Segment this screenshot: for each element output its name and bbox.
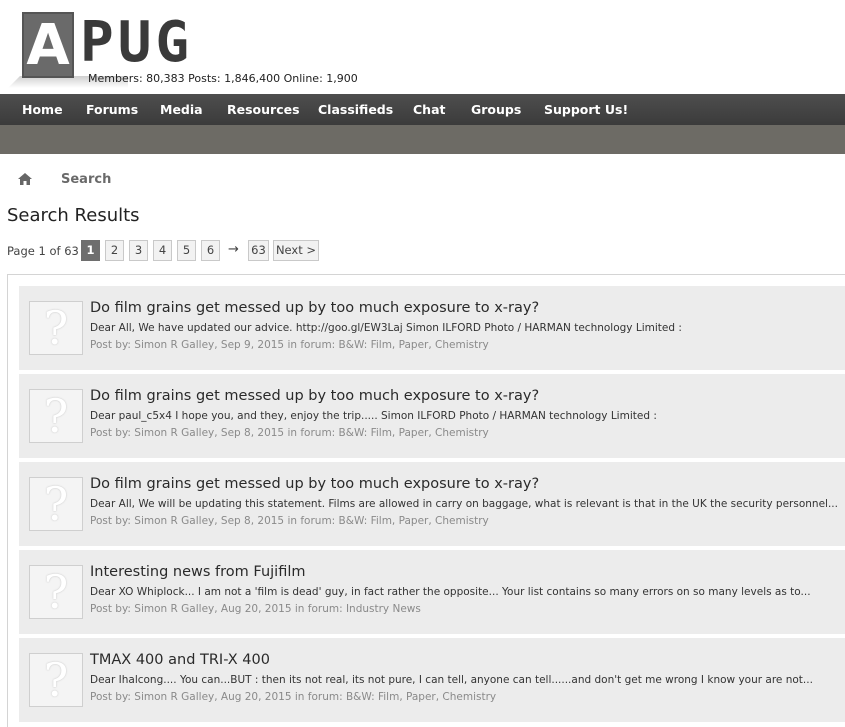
site-header: A PUG Members: 80,383 Posts: 1,846,400 O… [0,0,845,94]
home-icon[interactable] [18,173,32,185]
result-title[interactable]: Do film grains get messed up by too much… [90,476,539,492]
search-result: ? Interesting news from Fujifilm Dear XO… [19,550,845,636]
page-2[interactable]: 2 [105,240,124,261]
result-title[interactable]: Interesting news from Fujifilm [90,564,305,580]
search-result: ? Do film grains get messed up by too mu… [19,374,845,460]
page-4[interactable]: 4 [153,240,172,261]
breadcrumb: Search [0,166,845,194]
search-result: ? Do film grains get messed up by too mu… [19,286,845,372]
default-avatar-icon: ? [43,389,69,443]
default-avatar-icon: ? [43,565,69,619]
avatar[interactable]: ? [29,653,83,707]
nav-groups[interactable]: Groups [471,94,521,125]
result-meta: Post by: Simon R Galley, Aug 20, 2015 in… [90,691,497,703]
site-stats: Members: 80,383 Posts: 1,846,400 Online:… [88,72,358,85]
next-page-button[interactable]: Next > [273,240,319,261]
page-1[interactable]: 1 [81,240,100,261]
result-snippet: Dear All, We will be updating this state… [90,498,838,510]
page-last[interactable]: 63 [248,240,269,261]
result-title[interactable]: Do film grains get messed up by too much… [90,300,539,316]
avatar[interactable]: ? [29,389,83,443]
result-snippet: Dear XO Whiplock... I am not a 'film is … [90,586,811,598]
page-3[interactable]: 3 [129,240,148,261]
result-meta: Post by: Simon R Galley, Sep 8, 2015 in … [90,427,489,439]
avatar[interactable]: ? [29,565,83,619]
nav-forums[interactable]: Forums [86,94,138,125]
skip-arrow-icon[interactable]: → [228,242,239,257]
page-6[interactable]: 6 [201,240,220,261]
nav-resources[interactable]: Resources [227,94,300,125]
nav-media[interactable]: Media [160,94,203,125]
default-avatar-icon: ? [43,301,69,355]
result-snippet: Dear paul_c5x4 I hope you, and they, enj… [90,410,657,422]
logo-letter-box: A [22,12,74,78]
search-results-list: ? Do film grains get messed up by too mu… [7,274,845,727]
logo-letter: A [26,13,70,78]
result-title[interactable]: TMAX 400 and TRI-X 400 [90,652,270,668]
search-result: ? TMAX 400 and TRI-X 400 Dear Ihalcong..… [19,638,845,724]
result-snippet: Dear Ihalcong.... You can...BUT : then i… [90,674,813,686]
avatar[interactable]: ? [29,477,83,531]
default-avatar-icon: ? [43,653,69,707]
page-title: Search Results [7,205,140,226]
nav-support-us[interactable]: Support Us! [544,94,628,125]
sub-nav-bar [0,125,845,154]
main-nav: Home Forums Media Resources Classifieds … [0,94,845,125]
nav-classifieds[interactable]: Classifieds [318,94,393,125]
result-snippet: Dear All, We have updated our advice. ht… [90,322,682,334]
result-meta: Post by: Simon R Galley, Aug 20, 2015 in… [90,603,421,615]
nav-home[interactable]: Home [22,94,63,125]
pager-label: Page 1 of 63 [7,244,79,258]
result-title[interactable]: Do film grains get messed up by too much… [90,388,539,404]
logo-text: PUG [80,10,194,75]
result-meta: Post by: Simon R Galley, Sep 9, 2015 in … [90,339,489,351]
breadcrumb-current[interactable]: Search [61,172,111,187]
result-meta: Post by: Simon R Galley, Sep 8, 2015 in … [90,515,489,527]
page-5[interactable]: 5 [177,240,196,261]
nav-chat[interactable]: Chat [413,94,445,125]
avatar[interactable]: ? [29,301,83,355]
default-avatar-icon: ? [43,477,69,531]
search-result: ? Do film grains get messed up by too mu… [19,462,845,548]
